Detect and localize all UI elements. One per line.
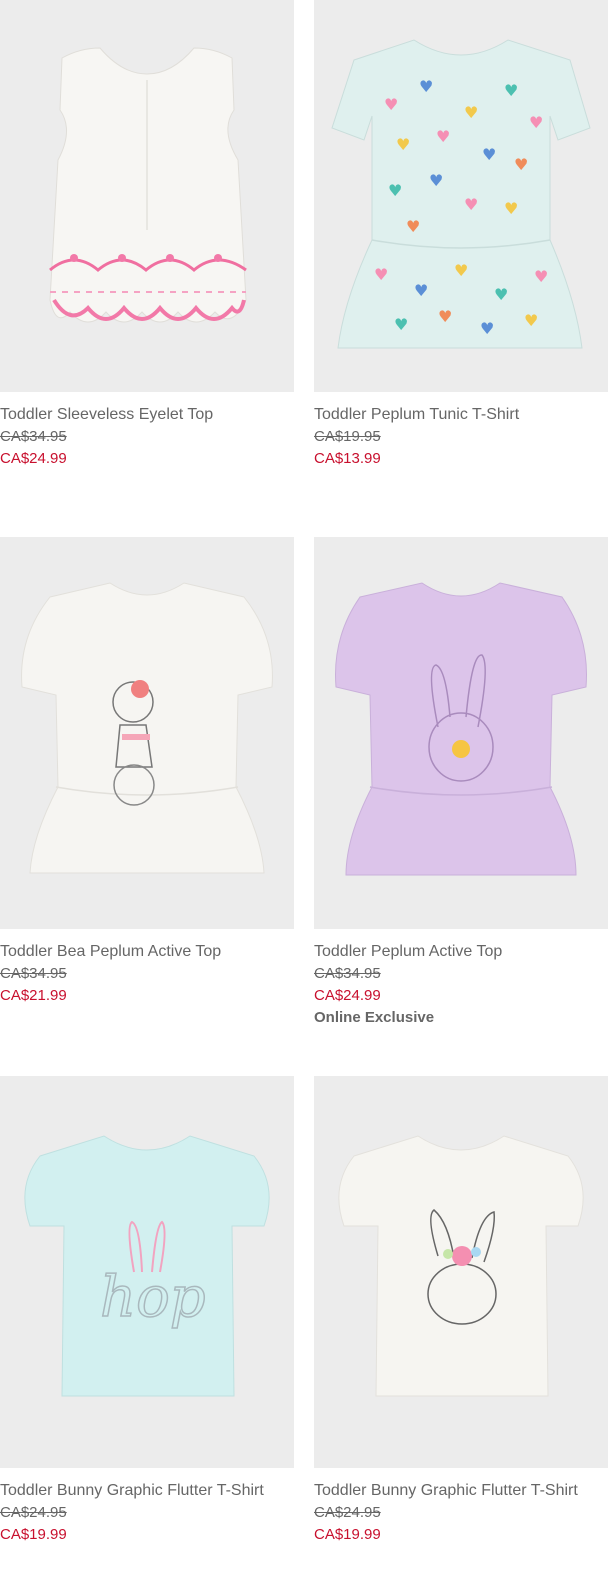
svg-text:♥: ♥	[529, 113, 543, 132]
product-image[interactable]	[0, 0, 294, 392]
svg-text:♥: ♥	[429, 171, 443, 190]
svg-text:♥: ♥	[436, 127, 450, 146]
product-name[interactable]: Toddler Sleeveless Eyelet Top	[0, 404, 294, 426]
svg-text:♥: ♥	[396, 135, 410, 154]
svg-text:♥: ♥	[406, 217, 420, 236]
sale-price: CA$13.99	[314, 450, 381, 467]
product-image[interactable]: hop	[0, 1076, 294, 1468]
original-price: CA$34.95	[314, 965, 381, 982]
product-card[interactable]: hop Toddler Bunny Graphic Flutter T-Shir…	[0, 1076, 294, 1546]
sale-price: CA$19.99	[0, 1526, 67, 1543]
svg-text:hop: hop	[100, 1265, 206, 1330]
product-card[interactable]: Toddler Bunny Graphic Flutter T-Shirt CA…	[314, 1076, 608, 1546]
svg-text:♥: ♥	[482, 145, 496, 164]
sale-price: CA$21.99	[0, 987, 67, 1004]
peplum-tunic-tshirt-image: ♥ ♥ ♥ ♥ ♥ ♥ ♥ ♥ ♥ ♥ ♥ ♥ ♥ ♥ ♥ ♥ ♥ ♥ ♥ ♥	[331, 39, 591, 349]
svg-text:♥: ♥	[388, 181, 402, 200]
svg-text:♥: ♥	[504, 199, 518, 218]
svg-text:♥: ♥	[454, 261, 468, 280]
original-price: CA$34.95	[0, 965, 67, 982]
svg-text:♥: ♥	[438, 307, 452, 326]
svg-text:♥: ♥	[480, 319, 494, 338]
svg-text:♥: ♥	[464, 103, 478, 122]
product-card[interactable]: Toddler Sleeveless Eyelet Top CA$34.95 C…	[0, 0, 294, 470]
sale-price: CA$24.99	[314, 987, 381, 1004]
sale-price: CA$24.99	[0, 450, 67, 467]
svg-text:♥: ♥	[414, 281, 428, 300]
svg-text:♥: ♥	[394, 315, 408, 334]
svg-text:♥: ♥	[419, 77, 433, 96]
svg-text:♥: ♥	[524, 311, 538, 330]
bunny-graphic-flutter-tshirt-aqua-image: hop	[24, 1135, 270, 1397]
product-card[interactable]: Toddler Bea Peplum Active Top CA$34.95 C…	[0, 537, 294, 1007]
svg-text:♥: ♥	[464, 195, 478, 214]
product-name[interactable]: Toddler Peplum Active Top	[314, 941, 608, 963]
product-image[interactable]	[314, 1076, 608, 1468]
svg-text:♥: ♥	[494, 285, 508, 304]
svg-text:♥: ♥	[514, 155, 528, 174]
svg-text:♥: ♥	[504, 81, 518, 100]
sleeveless-eyelet-top-image	[49, 47, 247, 323]
product-image[interactable]: ♥ ♥ ♥ ♥ ♥ ♥ ♥ ♥ ♥ ♥ ♥ ♥ ♥ ♥ ♥ ♥ ♥ ♥ ♥ ♥	[314, 0, 608, 392]
original-price: CA$24.95	[0, 1504, 67, 1521]
product-card[interactable]: Toddler Peplum Active Top CA$34.95 CA$24…	[314, 537, 608, 1029]
peplum-active-top-image	[335, 582, 587, 876]
product-name[interactable]: Toddler Bunny Graphic Flutter T-Shirt	[314, 1480, 608, 1502]
original-price: CA$19.95	[314, 428, 381, 445]
product-name[interactable]: Toddler Bunny Graphic Flutter T-Shirt	[0, 1480, 294, 1502]
product-name[interactable]: Toddler Peplum Tunic T-Shirt	[314, 404, 608, 426]
bea-peplum-active-top-image	[21, 582, 273, 874]
product-card[interactable]: ♥ ♥ ♥ ♥ ♥ ♥ ♥ ♥ ♥ ♥ ♥ ♥ ♥ ♥ ♥ ♥ ♥ ♥ ♥ ♥	[314, 0, 608, 470]
svg-text:♥: ♥	[384, 95, 398, 114]
online-exclusive-badge: Online Exclusive	[314, 1009, 435, 1026]
product-name[interactable]: Toddler Bea Peplum Active Top	[0, 941, 294, 963]
svg-text:♥: ♥	[374, 265, 388, 284]
bunny-graphic-flutter-tshirt-white-image	[338, 1135, 584, 1397]
sale-price: CA$19.99	[314, 1526, 381, 1543]
product-image[interactable]	[314, 537, 608, 929]
original-price: CA$24.95	[314, 1504, 381, 1521]
svg-text:♥: ♥	[534, 267, 548, 286]
product-image[interactable]	[0, 537, 294, 929]
original-price: CA$34.95	[0, 428, 67, 445]
